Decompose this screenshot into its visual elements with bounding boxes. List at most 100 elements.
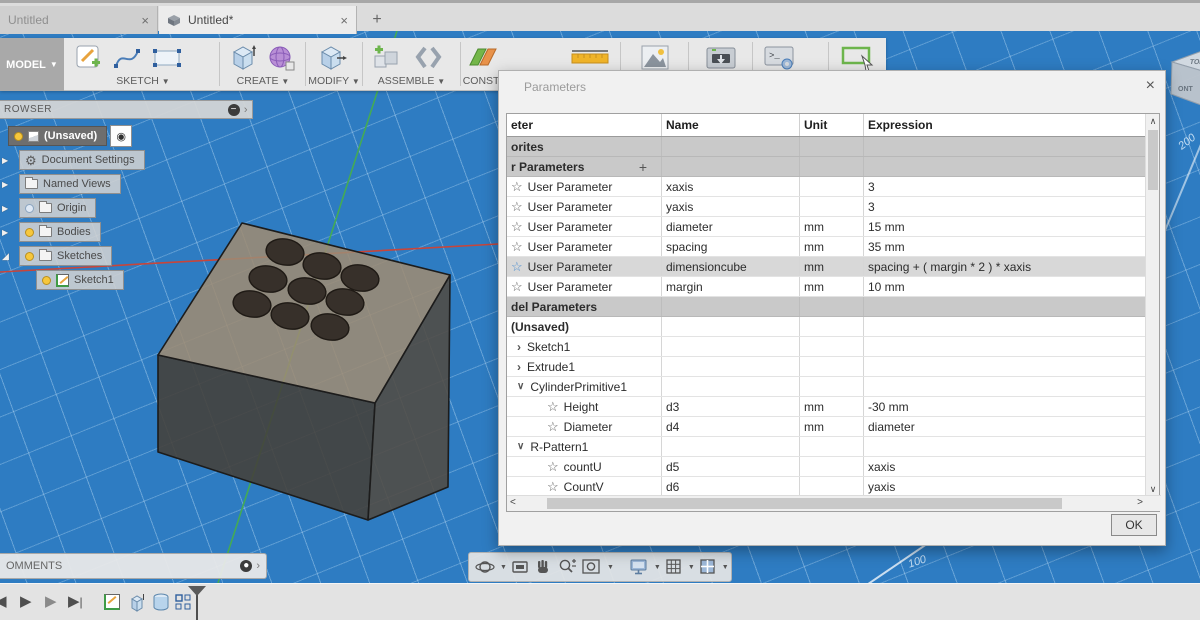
zoom-icon[interactable]: [556, 555, 578, 579]
collapse-comments-icon[interactable]: ●: [240, 560, 253, 572]
assemble-menu[interactable]: ASSEMBLE ▼: [364, 75, 459, 89]
viewports-icon[interactable]: [698, 555, 718, 579]
look-at-icon[interactable]: [510, 555, 530, 579]
chevron-down-icon[interactable]: ∨: [517, 441, 524, 452]
chevron-right-icon[interactable]: ›: [256, 560, 260, 572]
browser-node[interactable]: Sketches: [19, 246, 113, 266]
parameter-row[interactable]: r Parameters +: [507, 157, 1147, 177]
favorite-star-icon[interactable]: ☆: [511, 180, 523, 193]
favorite-star-icon[interactable]: ☆: [511, 200, 523, 213]
scroll-up-icon[interactable]: ∧: [1146, 116, 1160, 127]
parameter-row[interactable]: › Extrude1: [507, 357, 1147, 377]
column-header-expression[interactable]: Expression: [864, 114, 1147, 136]
go-to-end-icon[interactable]: ▶|: [68, 593, 83, 611]
parameter-row[interactable]: ☆ User Parameter yaxis 3: [507, 197, 1147, 217]
chevron-down-icon[interactable]: ▼: [500, 564, 507, 571]
create-menu[interactable]: CREATE ▼: [222, 75, 304, 89]
parameter-row[interactable]: ∨ R-Pattern1: [507, 437, 1147, 457]
favorite-star-icon[interactable]: ☆: [547, 480, 559, 493]
collapse-arrow-icon[interactable]: ▶: [0, 204, 17, 213]
modify-menu[interactable]: MODIFY ▼: [307, 75, 361, 89]
activate-component-radio[interactable]: ◉: [110, 125, 133, 147]
collapse-panel-icon[interactable]: −: [227, 103, 240, 116]
chevron-down-icon[interactable]: ▼: [607, 564, 614, 571]
scroll-left-icon[interactable]: <: [510, 497, 516, 508]
ok-button[interactable]: OK: [1111, 514, 1157, 536]
cylinder-feature-icon[interactable]: [150, 591, 171, 612]
spline-icon[interactable]: [110, 43, 144, 73]
vertical-scrollbar[interactable]: ∧ ∨: [1145, 114, 1159, 497]
browser-node[interactable]: Sketch1: [36, 270, 124, 290]
favorite-star-icon[interactable]: ☆: [511, 280, 523, 293]
column-header-parameter[interactable]: eter: [507, 114, 662, 136]
sketch-menu[interactable]: SKETCH ▼: [68, 75, 218, 89]
add-parameter-button[interactable]: +: [639, 159, 647, 175]
parameter-row[interactable]: ☆ User Parameter spacing mm 35 mm: [507, 237, 1147, 257]
browser-node[interactable]: ⚙ Document Settings: [19, 150, 145, 170]
chevron-down-icon[interactable]: ▼: [654, 564, 661, 571]
construct-plane-icon[interactable]: [466, 43, 500, 73]
favorite-star-icon[interactable]: ☆: [511, 220, 523, 233]
parameter-row[interactable]: ☆ User Parameter diameter mm 15 mm: [507, 217, 1147, 237]
scrollbar-thumb[interactable]: [547, 498, 1062, 509]
chevron-down-icon[interactable]: ∨: [517, 381, 524, 392]
parameter-row[interactable]: del Parameters: [507, 297, 1147, 317]
sketch-feature-icon[interactable]: [101, 591, 122, 612]
new-body-icon[interactable]: [226, 43, 260, 73]
browser-item[interactable]: (Unsaved) ◉: [0, 124, 270, 148]
parameter-row[interactable]: ☆ Height d3 mm -30 mm: [507, 397, 1147, 417]
favorite-star-icon[interactable]: ☆: [511, 240, 523, 253]
browser-node[interactable]: Origin: [19, 198, 97, 218]
parameter-row[interactable]: ☆ CountV d6 yaxis: [507, 477, 1147, 497]
browser-node[interactable]: Named Views: [19, 174, 121, 194]
insert-image-icon[interactable]: [638, 43, 672, 73]
step-back-icon[interactable]: ◀: [0, 593, 7, 611]
select-icon[interactable]: [838, 43, 878, 73]
scroll-down-icon[interactable]: ∨: [1146, 484, 1160, 495]
scroll-right-icon[interactable]: >: [1137, 497, 1143, 508]
step-forward-icon[interactable]: ▶: [45, 593, 57, 611]
parameter-row[interactable]: ∨ CylinderPrimitive1: [507, 377, 1147, 397]
expand-arrow-icon[interactable]: ◢: [0, 251, 17, 262]
bulb-icon[interactable]: [25, 203, 34, 213]
parameter-row[interactable]: › Sketch1: [507, 337, 1147, 357]
make-3d-print-icon[interactable]: [704, 43, 738, 73]
orbit-icon[interactable]: [474, 555, 496, 579]
favorite-star-icon[interactable]: ☆: [547, 460, 559, 473]
browser-item[interactable]: Sketch1: [0, 268, 270, 292]
close-tab-icon[interactable]: ×: [141, 13, 149, 28]
measure-icon[interactable]: [568, 43, 612, 73]
grid-display-icon[interactable]: [664, 555, 684, 579]
parameter-row[interactable]: orites: [507, 137, 1147, 157]
display-settings-icon[interactable]: [628, 555, 650, 579]
tab-untitled-active[interactable]: Untitled* ×: [159, 6, 357, 34]
favorite-star-icon[interactable]: ☆: [511, 260, 523, 273]
browser-item[interactable]: ▶ ⚙ Document Settings: [0, 148, 270, 172]
new-tab-button[interactable]: +: [366, 6, 388, 34]
chevron-down-icon[interactable]: ▼: [722, 564, 729, 571]
comments-bar[interactable]: OMMENTS ● ›: [0, 553, 267, 579]
create-sketch-icon[interactable]: [72, 43, 106, 73]
column-header-name[interactable]: Name: [662, 114, 800, 136]
column-header-unit[interactable]: Unit: [800, 114, 864, 136]
parameter-row[interactable]: ☆ User Parameter xaxis 3: [507, 177, 1147, 197]
joint-icon[interactable]: [412, 43, 446, 73]
fit-icon[interactable]: [581, 555, 603, 579]
parameter-row[interactable]: ☆ countU d5 xaxis: [507, 457, 1147, 477]
workspace-switcher[interactable]: MODEL ▼: [0, 38, 64, 91]
parameter-row[interactable]: ☆ User Parameter margin mm 10 mm: [507, 277, 1147, 297]
bulb-icon[interactable]: [25, 227, 34, 237]
browser-item[interactable]: ▶ Origin: [0, 196, 270, 220]
create-form-icon[interactable]: [264, 43, 298, 73]
timeline-marker-flag[interactable]: [188, 586, 206, 596]
chevron-right-icon[interactable]: ›: [244, 104, 248, 116]
scrollbar-thumb[interactable]: [1148, 130, 1158, 190]
parameter-row[interactable]: ☆ Diameter d4 mm diameter: [507, 417, 1147, 437]
rectangle-icon[interactable]: [150, 43, 184, 73]
browser-node[interactable]: Bodies: [19, 222, 101, 242]
parameter-row[interactable]: ☆ User Parameter dimensioncube mm spacing + …: [507, 257, 1147, 277]
collapse-arrow-icon[interactable]: ▶: [0, 180, 17, 189]
browser-item[interactable]: ▶ Named Views: [0, 172, 270, 196]
horizontal-scrollbar[interactable]: < >: [507, 495, 1161, 511]
bulb-icon[interactable]: [42, 275, 51, 285]
